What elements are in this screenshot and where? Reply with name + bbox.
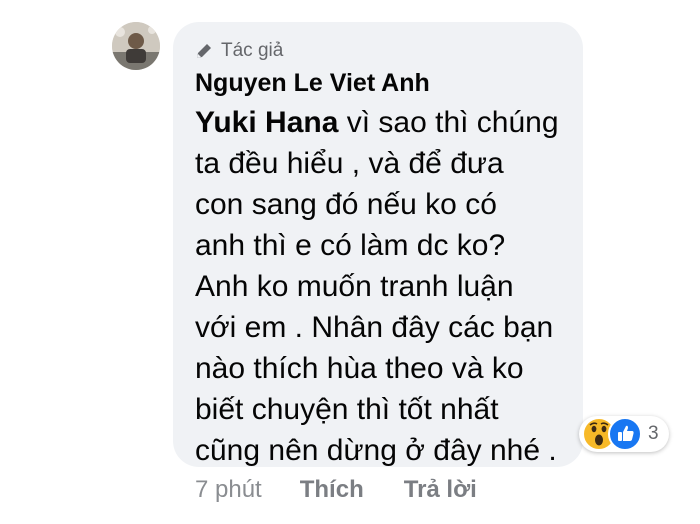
mention-link[interactable]: Yuki Hana	[195, 106, 338, 139]
author-badge-label: Tác giả	[221, 40, 284, 61]
reactions-summary[interactable]: 3	[579, 416, 669, 452]
comment-line-9: cũng nên dừng ở đây nhé .	[195, 434, 557, 467]
comment-line-7: nào thích hùa theo và ko	[195, 352, 524, 385]
comment-line-1-text: vì sao thì chúng	[338, 106, 559, 139]
reply-button[interactable]: Trả lời	[404, 476, 477, 504]
comment-author[interactable]: Nguyen Le Viet Anh	[195, 68, 563, 98]
comment-line-6: với em . Nhân đây các bạn	[195, 311, 554, 344]
comment-line-8: biết chuyện thì tốt nhất	[195, 393, 499, 426]
like-icon	[608, 417, 642, 451]
author-badge: Tác giả	[195, 38, 563, 64]
comment-line-4: anh thì e có làm dc ko?	[195, 229, 506, 262]
comment-actions: 7 phút Thích Trả lời	[195, 476, 477, 504]
comment-bubble: Tác giả Nguyen Le Viet Anh Yuki Hana vì …	[173, 22, 583, 467]
pencil-icon	[197, 44, 211, 58]
comment-line-5: Anh ko muốn tranh luận	[195, 270, 514, 303]
comment-line-2: ta đều hiểu , và để đưa	[195, 147, 504, 180]
comment-line-1: Yuki Hana vì sao thì chúng	[195, 102, 565, 143]
like-button[interactable]: Thích	[300, 476, 364, 504]
avatar[interactable]	[112, 22, 160, 70]
comment-line-3: con sang đó nếu ko có	[195, 188, 497, 221]
comment-text: Yuki Hana vì sao thì chúng ta đều hiểu ,…	[195, 102, 565, 471]
reaction-count: 3	[648, 423, 659, 444]
timestamp[interactable]: 7 phút	[195, 476, 262, 504]
